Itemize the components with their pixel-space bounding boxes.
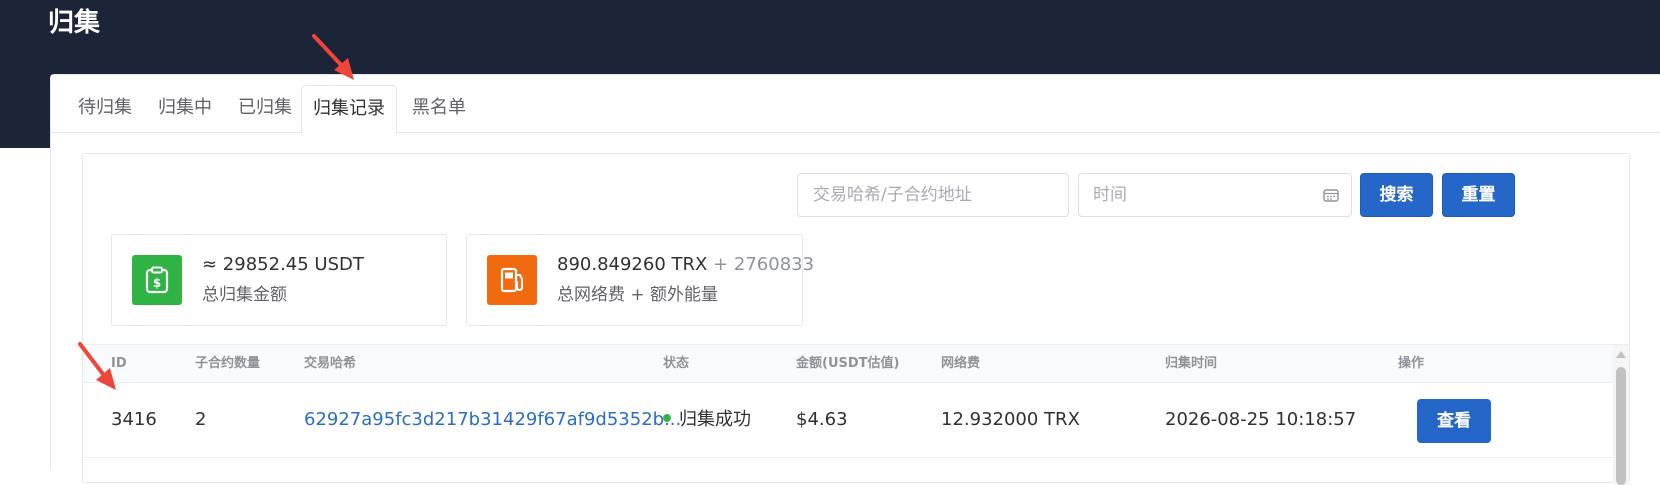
status-text: 归集成功: [679, 409, 751, 430]
col-action: 操作: [1398, 356, 1425, 371]
fee-trx-value: 890.849260 TRX: [557, 254, 708, 275]
tab-collecting[interactable]: 归集中: [145, 85, 225, 133]
main-panel: 待归集 归集中 已归集 归集记录 黑名单 搜索 重置: [50, 74, 1660, 485]
col-hash: 交易哈希: [304, 356, 357, 371]
view-button[interactable]: 查看: [1417, 399, 1491, 443]
records-card: 搜索 重置 $ ≈ 29852.45 USDT 总归集金额 89: [82, 153, 1630, 485]
tab-bar: 待归集 归集中 已归集 归集记录 黑名单: [51, 75, 1660, 134]
col-status: 状态: [663, 356, 690, 371]
stat-card-total-amount: $ ≈ 29852.45 USDT 总归集金额: [111, 234, 447, 326]
cell-fee: 12.932000 TRX: [941, 409, 1080, 430]
network-fee-label: 总网络费 + 额外能量: [557, 285, 719, 305]
clipboard-dollar-icon: $: [132, 255, 182, 305]
tab-collection-records[interactable]: 归集记录: [301, 85, 397, 134]
col-time: 归集时间: [1165, 356, 1218, 371]
hash-search-input[interactable]: [797, 173, 1069, 217]
cell-amount: $4.63: [796, 409, 848, 430]
fuel-pump-icon: [487, 255, 537, 305]
svg-text:$: $: [153, 276, 161, 290]
search-button[interactable]: 搜索: [1360, 173, 1433, 217]
stat-card-network-fee: 890.849260 TRX + 2760833 总网络费 + 额外能量: [466, 234, 814, 326]
cell-status: 归集成功: [663, 384, 751, 456]
table-header: ID 子合约数量 交易哈希 状态 金额(USDT估值) 网络费 归集时间 操作: [83, 345, 1613, 383]
col-amount: 金额(USDT估值): [796, 356, 900, 371]
total-amount-label: 总归集金额: [202, 285, 287, 305]
tab-blacklist[interactable]: 黑名单: [399, 85, 479, 133]
cell-hash-link[interactable]: 62927a95fc3d217b31429f67af9d5352b...: [304, 384, 681, 456]
annotation-arrow-icon: [78, 342, 116, 390]
page-title: 归集: [48, 8, 101, 38]
status-dot-icon: [663, 414, 671, 422]
records-table: ID 子合约数量 交易哈希 状态 金额(USDT估值) 网络费 归集时间 操作 …: [83, 344, 1629, 485]
reset-button[interactable]: 重置: [1442, 173, 1515, 217]
time-picker[interactable]: [1078, 173, 1352, 217]
tab-collected[interactable]: 已归集: [225, 85, 305, 133]
col-sub-count: 子合约数量: [195, 356, 261, 371]
scroll-up-icon[interactable]: [1616, 351, 1626, 358]
annotation-arrow-icon: [312, 34, 354, 80]
network-fee-value: 890.849260 TRX + 2760833: [557, 254, 814, 275]
cell-sub-count: 2: [195, 409, 207, 430]
table-row: 3416 2 62927a95fc3d217b31429f67af9d5352b…: [83, 384, 1613, 458]
time-input[interactable]: [1078, 173, 1352, 217]
total-amount-value: ≈ 29852.45 USDT: [202, 254, 364, 275]
tab-pending[interactable]: 待归集: [65, 85, 145, 133]
col-fee: 网络费: [941, 356, 981, 371]
table-scrollbar[interactable]: [1613, 345, 1629, 485]
calendar-icon[interactable]: [1323, 188, 1339, 202]
cell-time: 2026-08-25 10:18:57: [1165, 409, 1357, 430]
fee-extra-energy: + 2760833: [713, 254, 815, 275]
cell-id: 3416: [111, 409, 157, 430]
scroll-thumb[interactable]: [1616, 367, 1626, 485]
